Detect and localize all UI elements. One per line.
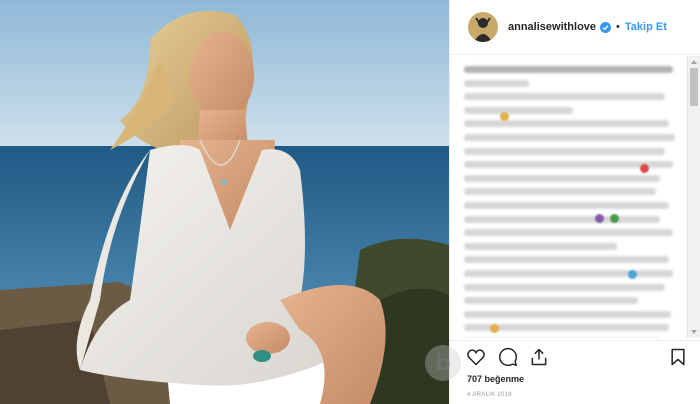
- watermark-glyph: b: [435, 350, 451, 376]
- comments-scrollbar[interactable]: [687, 56, 700, 338]
- emoji-icon: [595, 214, 604, 223]
- caption-comments-area: [450, 56, 700, 338]
- share-icon[interactable]: [529, 347, 549, 367]
- scroll-thumb[interactable]: [690, 68, 698, 106]
- post-actions-bar: [450, 340, 700, 372]
- emoji-icon: [628, 270, 637, 279]
- emoji-icon: [490, 324, 499, 333]
- verified-badge-icon: [600, 21, 612, 33]
- comment-icon[interactable]: [498, 347, 518, 367]
- site-watermark-logo: b: [425, 345, 461, 381]
- emoji-icon: [500, 112, 509, 121]
- username-link[interactable]: annalisewithlove: [508, 21, 596, 33]
- emoji-icon: [610, 214, 619, 223]
- post-header: annalisewithlove • Takip Et: [450, 0, 700, 55]
- heart-icon[interactable]: [466, 347, 486, 367]
- bookmark-icon[interactable]: [668, 347, 688, 367]
- post-date[interactable]: 4 ARALIK 2018: [467, 392, 512, 398]
- avatar[interactable]: [468, 12, 498, 42]
- like-count[interactable]: 707 beğenme: [467, 374, 524, 384]
- emoji-icon: [640, 164, 649, 173]
- separator-dot: •: [616, 21, 620, 33]
- post-side-panel: annalisewithlove • Takip Et 707 beğenme …: [449, 0, 700, 404]
- post-photo: [0, 0, 449, 404]
- scroll-down-arrow-icon[interactable]: [691, 330, 697, 334]
- post-image: [0, 0, 449, 404]
- scroll-up-arrow-icon[interactable]: [691, 60, 697, 64]
- blurred-caption-text: [464, 66, 682, 338]
- follow-button[interactable]: Takip Et: [625, 21, 667, 33]
